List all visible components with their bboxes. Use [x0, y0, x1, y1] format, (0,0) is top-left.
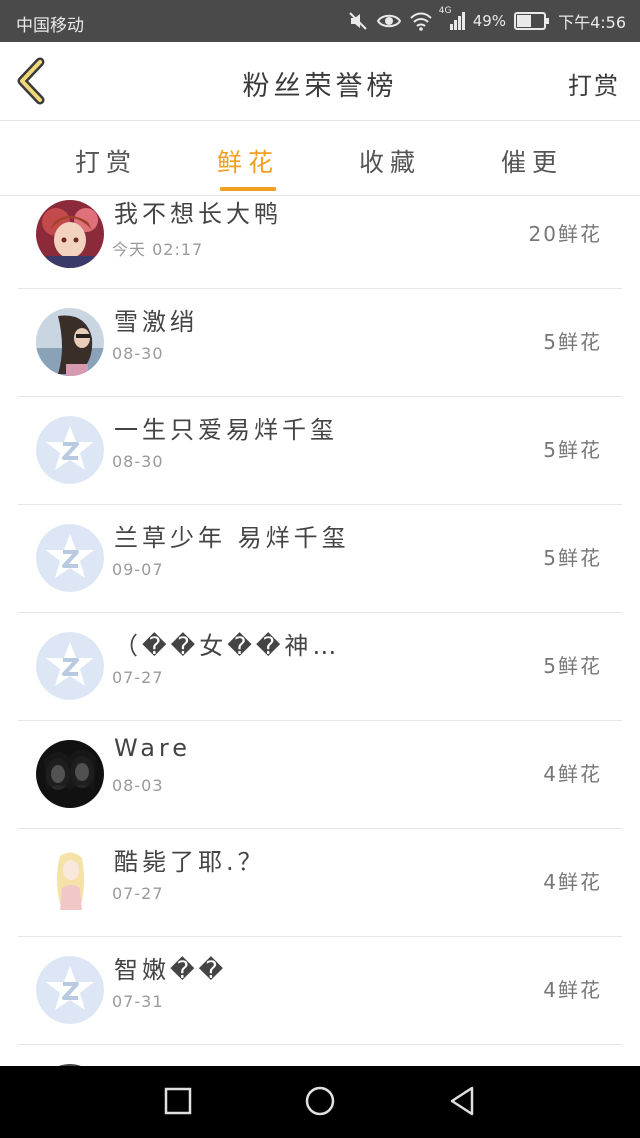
avatar[interactable] [36, 200, 104, 268]
avatar[interactable] [36, 956, 104, 1024]
home-button[interactable] [300, 1084, 340, 1120]
list-item[interactable]: （��女��神… 07-27 5鲜花 [18, 612, 622, 721]
recent-apps-button[interactable] [158, 1084, 198, 1120]
flower-count: 5鲜花 [543, 438, 602, 462]
battery-percent: 49% [472, 12, 507, 30]
list-item[interactable]: 我不想长大鸭 今天 02:17 20鲜花 [18, 196, 622, 289]
top-nav: 粉丝荣誉榜 打赏 [0, 42, 640, 121]
flower-count: 5鲜花 [543, 330, 602, 354]
circle-icon [305, 1086, 335, 1116]
fan-name: 酷毙了耶.？ [114, 848, 266, 876]
avatar[interactable] [36, 632, 104, 700]
default-avatar-icon [36, 956, 104, 1024]
list-item[interactable]: 兰草少年 易烊千玺 09-07 5鲜花 [18, 504, 622, 613]
page-title: 粉丝荣誉榜 [242, 71, 398, 102]
default-avatar-icon [36, 632, 104, 700]
mute-icon [347, 10, 369, 32]
screen: 中国移动 4G 49% 下午4:56 粉丝荣誉榜 打赏 打赏 鲜花 收藏 催更 … [0, 0, 640, 1138]
fan-date: 08-30 [112, 344, 164, 363]
tab-label: 催更 [500, 148, 563, 177]
tab-favorites[interactable]: 收藏 [310, 121, 470, 195]
avatar[interactable] [36, 524, 104, 592]
carrier-label: 中国移动 [16, 16, 84, 36]
signal-icon: 4G [439, 6, 465, 32]
triangle-back-icon [450, 1086, 474, 1116]
wifi-icon [409, 10, 433, 32]
flower-count: 5鲜花 [543, 654, 602, 678]
tab-reward[interactable]: 打赏 [26, 121, 186, 195]
battery-icon [514, 12, 550, 30]
list-item[interactable]: 酷毙了耶.？ 07-27 4鲜花 [18, 828, 622, 937]
avatar[interactable] [36, 848, 104, 916]
eye-icon [376, 10, 401, 32]
avatar[interactable] [36, 308, 104, 376]
flower-count: 20鲜花 [528, 222, 602, 246]
fan-name: 智嫩�� [114, 956, 228, 984]
list-item[interactable] [18, 1044, 622, 1066]
back-nav-button[interactable] [442, 1084, 482, 1120]
fan-name: 我不想长大鸭 [114, 200, 282, 228]
list-item[interactable]: 雪激绡 08-30 5鲜花 [18, 288, 622, 397]
square-icon [164, 1087, 192, 1115]
fan-name: 雪激绡 [114, 308, 198, 336]
list-item[interactable]: Ware 08-03 4鲜花 [18, 720, 622, 829]
avatar[interactable] [36, 740, 104, 808]
flower-count: 4鲜花 [543, 978, 602, 1002]
fan-name: （��女��神… [114, 632, 341, 660]
fan-list: 我不想长大鸭 今天 02:17 20鲜花 雪激绡 08-30 5鲜花 一生只爱易… [0, 196, 640, 1066]
fan-name: Ware [114, 734, 192, 762]
fan-date: 08-03 [112, 776, 164, 795]
clock: 下午4:56 [558, 13, 626, 32]
tab-label: 鲜花 [216, 148, 279, 177]
fan-date: 07-31 [112, 992, 164, 1011]
status-icons: 4G 49% 下午4:56 [347, 6, 626, 34]
fan-name: 兰草少年 易烊千玺 [114, 524, 350, 552]
reward-button[interactable]: 打赏 [568, 66, 620, 101]
tab-urge-update[interactable]: 催更 [452, 121, 612, 195]
fan-name: 一生只爱易烊千玺 [114, 416, 338, 444]
fan-date: 07-27 [112, 668, 164, 687]
default-avatar-icon [36, 416, 104, 484]
tab-flowers[interactable]: 鲜花 [168, 121, 328, 195]
tab-label: 打赏 [74, 148, 137, 177]
list-item[interactable]: 智嫩�� 07-31 4鲜花 [18, 936, 622, 1045]
flower-count: 5鲜花 [543, 546, 602, 570]
fan-date: 07-27 [112, 884, 164, 903]
fan-date: 08-30 [112, 452, 164, 471]
default-avatar-icon [36, 524, 104, 592]
fan-date: 09-07 [112, 560, 164, 579]
fan-date: 今天 02:17 [112, 240, 204, 259]
network-type-label: 4G [438, 6, 452, 16]
avatar[interactable] [36, 416, 104, 484]
list-item[interactable]: 一生只爱易烊千玺 08-30 5鲜花 [18, 396, 622, 505]
status-bar: 中国移动 4G 49% 下午4:56 [0, 0, 640, 42]
flower-count: 4鲜花 [543, 762, 602, 786]
tab-bar: 打赏 鲜花 收藏 催更 [0, 121, 640, 196]
tab-label: 收藏 [358, 148, 421, 177]
system-nav-bar [0, 1066, 640, 1138]
active-tab-indicator [220, 187, 276, 191]
flower-count: 4鲜花 [543, 870, 602, 894]
